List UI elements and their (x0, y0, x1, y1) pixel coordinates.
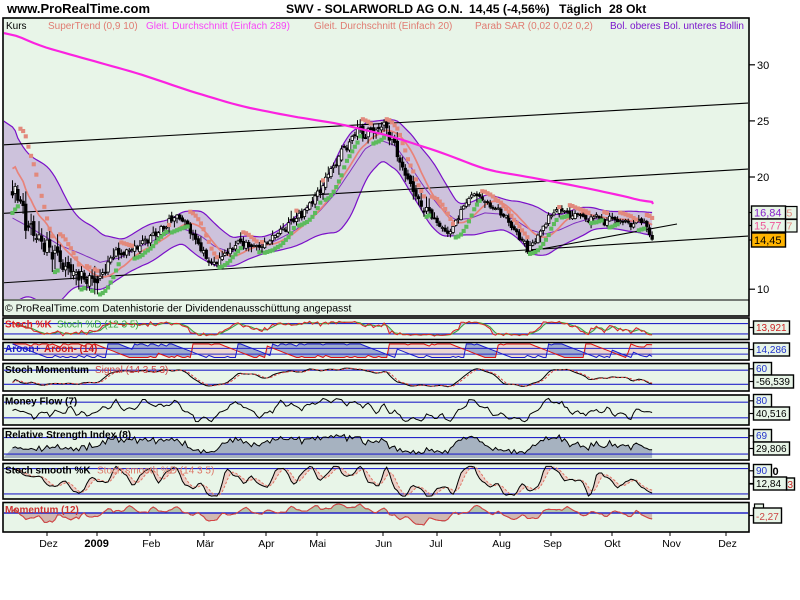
svg-text:Momentum (12): Momentum (12) (5, 505, 79, 516)
svg-text:40,516: 40,516 (756, 409, 787, 420)
svg-text:Gleit. Durchschnitt (Einfach 2: Gleit. Durchschnitt (Einfach 20) (314, 21, 452, 32)
svg-text:Stoch smooth %D (14 3 5): Stoch smooth %D (14 3 5) (97, 466, 214, 477)
svg-text:Stoch Momentum: Stoch Momentum (5, 365, 89, 376)
svg-text:Feb: Feb (142, 538, 160, 550)
svg-text:10: 10 (757, 284, 769, 296)
svg-text:7: 7 (787, 221, 793, 233)
svg-text:14,45: 14,45 (754, 235, 782, 247)
svg-text:© ProRealTime.com Datenhistor: © ProRealTime.com Datenhistorie der Divi… (5, 303, 352, 315)
svg-text:Dez: Dez (39, 538, 58, 550)
svg-text:16,84: 16,84 (754, 208, 782, 220)
svg-text:Relative Strength Index (8): Relative Strength Index (8) (5, 430, 131, 441)
svg-text:14,45 (-4,56%): 14,45 (-4,56%) (469, 2, 550, 16)
svg-text:Parab SAR (0,02 0,02 0,2): Parab SAR (0,02 0,02 0,2) (475, 21, 593, 32)
svg-text:30: 30 (757, 60, 769, 72)
svg-text:Okt: Okt (604, 538, 620, 550)
svg-text:25: 25 (757, 116, 769, 128)
svg-text:SuperTrend (0,9 10): SuperTrend (0,9 10) (48, 21, 138, 32)
svg-text:5: 5 (787, 208, 793, 220)
svg-text:90: 90 (756, 466, 768, 477)
svg-text:Täglich: Täglich (559, 2, 602, 16)
svg-text:-56,539: -56,539 (756, 377, 790, 388)
svg-text:Stoch %D (12 3 5): Stoch %D (12 3 5) (57, 320, 139, 331)
svg-text:28 Okt: 28 Okt (609, 2, 646, 16)
svg-text:14,286: 14,286 (756, 345, 787, 356)
svg-text:15,77: 15,77 (754, 221, 782, 233)
svg-text:0: 0 (773, 466, 779, 478)
svg-text:Stoch %K: Stoch %K (5, 320, 52, 331)
svg-text:Jun: Jun (375, 538, 392, 550)
svg-text:www.ProRealTime.com: www.ProRealTime.com (6, 1, 150, 16)
svg-text:Aroon+: Aroon+ (5, 344, 40, 355)
svg-text:12,84: 12,84 (756, 479, 781, 490)
svg-text:Aroon- (14): Aroon- (14) (44, 344, 97, 355)
svg-text:3: 3 (788, 480, 794, 491)
svg-text:29,806: 29,806 (756, 444, 787, 455)
svg-text:Jul: Jul (429, 538, 442, 550)
svg-text:Mär: Mär (196, 538, 215, 550)
svg-text:Gleit. Durchschnitt (Einfach 2: Gleit. Durchschnitt (Einfach 289) (146, 21, 290, 32)
svg-text:-2,27: -2,27 (756, 512, 779, 523)
svg-text:Mai: Mai (309, 538, 326, 550)
svg-text:Stoch smooth %K: Stoch smooth %K (5, 466, 91, 477)
svg-text:Dez: Dez (718, 538, 737, 550)
svg-text:Money Flow (7): Money Flow (7) (5, 397, 77, 408)
svg-text:SWV - SOLARWORLD AG O.N.: SWV - SOLARWORLD AG O.N. (286, 2, 463, 16)
svg-text:Kurs: Kurs (6, 21, 27, 32)
svg-text:60: 60 (756, 364, 768, 375)
svg-text:Nov: Nov (662, 538, 681, 550)
svg-text:Bol. oberes Bol. unteres Bolli: Bol. oberes Bol. unteres Bollin (610, 21, 744, 32)
svg-text:Apr: Apr (258, 538, 275, 550)
svg-text:13,921: 13,921 (756, 323, 787, 334)
svg-text:2009: 2009 (84, 538, 108, 550)
svg-text:Aug: Aug (492, 538, 511, 550)
svg-text:Sep: Sep (543, 538, 562, 550)
svg-text:Signal (14 3 5 3): Signal (14 3 5 3) (95, 365, 168, 376)
svg-text:69: 69 (756, 431, 768, 442)
svg-text:80: 80 (756, 396, 768, 407)
svg-text:20: 20 (757, 172, 769, 184)
